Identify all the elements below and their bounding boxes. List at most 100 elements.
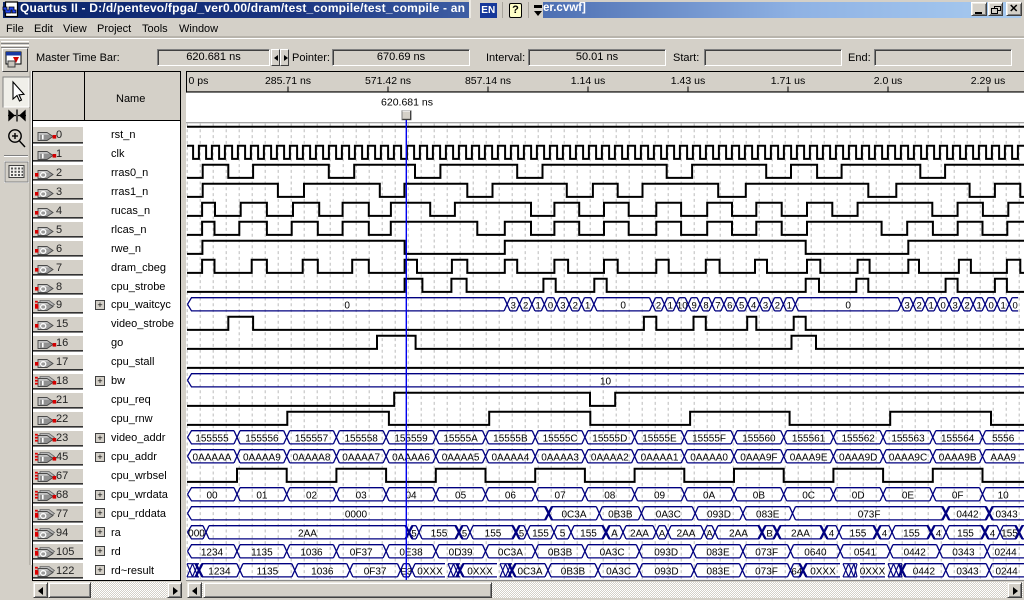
svg-text:15555F: 15555F (692, 433, 726, 444)
svg-text:285.71 ns: 285.71 ns (265, 75, 311, 87)
svg-text:1234: 1234 (201, 547, 224, 558)
svg-text:0AAAA7: 0AAAA7 (342, 452, 380, 463)
svg-text:2AA: 2AA (729, 528, 748, 539)
svg-text:0AAA9E: 0AAA9E (790, 452, 828, 463)
svg-text:0 ps: 0 ps (189, 75, 209, 87)
svg-text:155: 155 (485, 528, 502, 539)
svg-text:1: 1 (1000, 300, 1005, 311)
svg-text:5: 5 (560, 528, 566, 539)
svg-text:2: 2 (656, 300, 661, 311)
svg-text:1: 1 (535, 300, 540, 311)
svg-text:093D: 093D (654, 547, 678, 558)
svg-text:155: 155 (850, 528, 867, 539)
svg-text:0AAA9B: 0AAA9B (939, 452, 977, 463)
svg-text:0E38: 0E38 (399, 547, 423, 558)
svg-text:0F37: 0F37 (350, 547, 373, 558)
svg-text:0AAAA0: 0AAAA0 (690, 452, 728, 463)
svg-text:0B3B: 0B3B (548, 547, 573, 558)
svg-text:0343: 0343 (995, 509, 1018, 520)
svg-text:5556: 5556 (992, 433, 1015, 444)
svg-text:6: 6 (727, 300, 732, 311)
svg-text:9: 9 (691, 300, 696, 311)
svg-text:0A3C: 0A3C (606, 566, 631, 577)
svg-text:0AAAAA: 0AAAAA (193, 452, 232, 463)
svg-text:0AAA9C: 0AAA9C (889, 452, 927, 463)
svg-text:0AAAA5: 0AAAA5 (442, 452, 480, 463)
svg-text:155: 155 (903, 528, 920, 539)
svg-text:155: 155 (532, 528, 549, 539)
svg-text:1: 1 (787, 300, 792, 311)
svg-text:0C: 0C (802, 490, 815, 501)
svg-text:04: 04 (405, 490, 417, 501)
svg-text:155: 155 (580, 528, 597, 539)
svg-text:083E: 083E (706, 547, 730, 558)
svg-text:15555C: 15555C (543, 433, 578, 444)
svg-text:0AAAA9: 0AAAA9 (243, 452, 281, 463)
svg-text:09: 09 (654, 490, 666, 501)
svg-text:2: 2 (964, 300, 969, 311)
svg-text:155558: 155558 (345, 433, 379, 444)
svg-text:0AAA9F: 0AAA9F (740, 452, 777, 463)
svg-text:10: 10 (600, 376, 612, 387)
svg-text:06: 06 (505, 490, 517, 501)
svg-text:0AAAA4: 0AAAA4 (491, 452, 529, 463)
svg-text:3: 3 (560, 300, 565, 311)
svg-text:4: 4 (990, 528, 995, 539)
svg-text:3: 3 (904, 300, 909, 311)
svg-text:0AAAA8: 0AAAA8 (293, 452, 331, 463)
svg-text:155560: 155560 (742, 433, 776, 444)
svg-text:4: 4 (936, 528, 941, 539)
svg-text:000: 000 (188, 528, 205, 539)
svg-text:083E: 083E (756, 509, 780, 520)
svg-text:2.29 us: 2.29 us (971, 75, 1005, 87)
svg-text:2AA: 2AA (630, 528, 649, 539)
svg-text:0640: 0640 (804, 547, 827, 558)
svg-text:0A: 0A (703, 490, 716, 501)
svg-text:0A3C: 0A3C (656, 509, 681, 520)
svg-text:0343: 0343 (952, 547, 975, 558)
svg-text:4: 4 (751, 300, 756, 311)
svg-text:1: 1 (928, 300, 933, 311)
svg-text:2: 2 (916, 300, 921, 311)
svg-text:0F: 0F (952, 490, 964, 501)
svg-text:0E: 0E (902, 490, 915, 501)
svg-text:0244: 0244 (994, 547, 1017, 558)
svg-text:B: B (766, 528, 772, 539)
svg-text:073F: 073F (755, 566, 778, 577)
svg-text:155563: 155563 (891, 433, 925, 444)
svg-text:073F: 073F (755, 547, 778, 558)
svg-text:093D: 093D (655, 566, 679, 577)
svg-text:1.43 us: 1.43 us (671, 75, 705, 87)
svg-text:155: 155 (957, 528, 974, 539)
svg-text:0442: 0442 (913, 566, 936, 577)
svg-text:155559: 155559 (394, 433, 428, 444)
svg-text:155556: 155556 (245, 433, 279, 444)
svg-text:0: 0 (988, 300, 993, 311)
svg-text:0B3B: 0B3B (561, 566, 586, 577)
svg-text:7: 7 (715, 300, 720, 311)
svg-text:1: 1 (976, 300, 981, 311)
svg-text:3: 3 (511, 300, 516, 311)
svg-text:0343: 0343 (956, 566, 979, 577)
svg-text:4: 4 (829, 528, 834, 539)
svg-text:155561: 155561 (792, 433, 826, 444)
svg-text:0244: 0244 (995, 566, 1018, 577)
svg-text:0: 0 (845, 300, 851, 311)
svg-text:0C3A: 0C3A (498, 547, 523, 558)
svg-text:15555D: 15555D (592, 433, 627, 444)
svg-text:07: 07 (555, 490, 567, 501)
svg-text:0D39: 0D39 (449, 547, 473, 558)
svg-text:0: 0 (1012, 300, 1017, 311)
svg-text:0F37: 0F37 (364, 566, 387, 577)
svg-text:0: 0 (620, 300, 626, 311)
svg-text:1135: 1135 (257, 566, 279, 577)
svg-text:0C3A: 0C3A (517, 566, 542, 577)
svg-text:0C3A: 0C3A (561, 509, 586, 520)
svg-text:620.681 ns: 620.681 ns (381, 97, 433, 109)
svg-text:1.14 us: 1.14 us (571, 75, 605, 87)
svg-text:0B3B: 0B3B (608, 509, 633, 520)
svg-text:3: 3 (763, 300, 768, 311)
svg-text:2: 2 (573, 300, 578, 311)
svg-text:1234: 1234 (208, 566, 231, 577)
svg-text:0442: 0442 (904, 547, 927, 558)
